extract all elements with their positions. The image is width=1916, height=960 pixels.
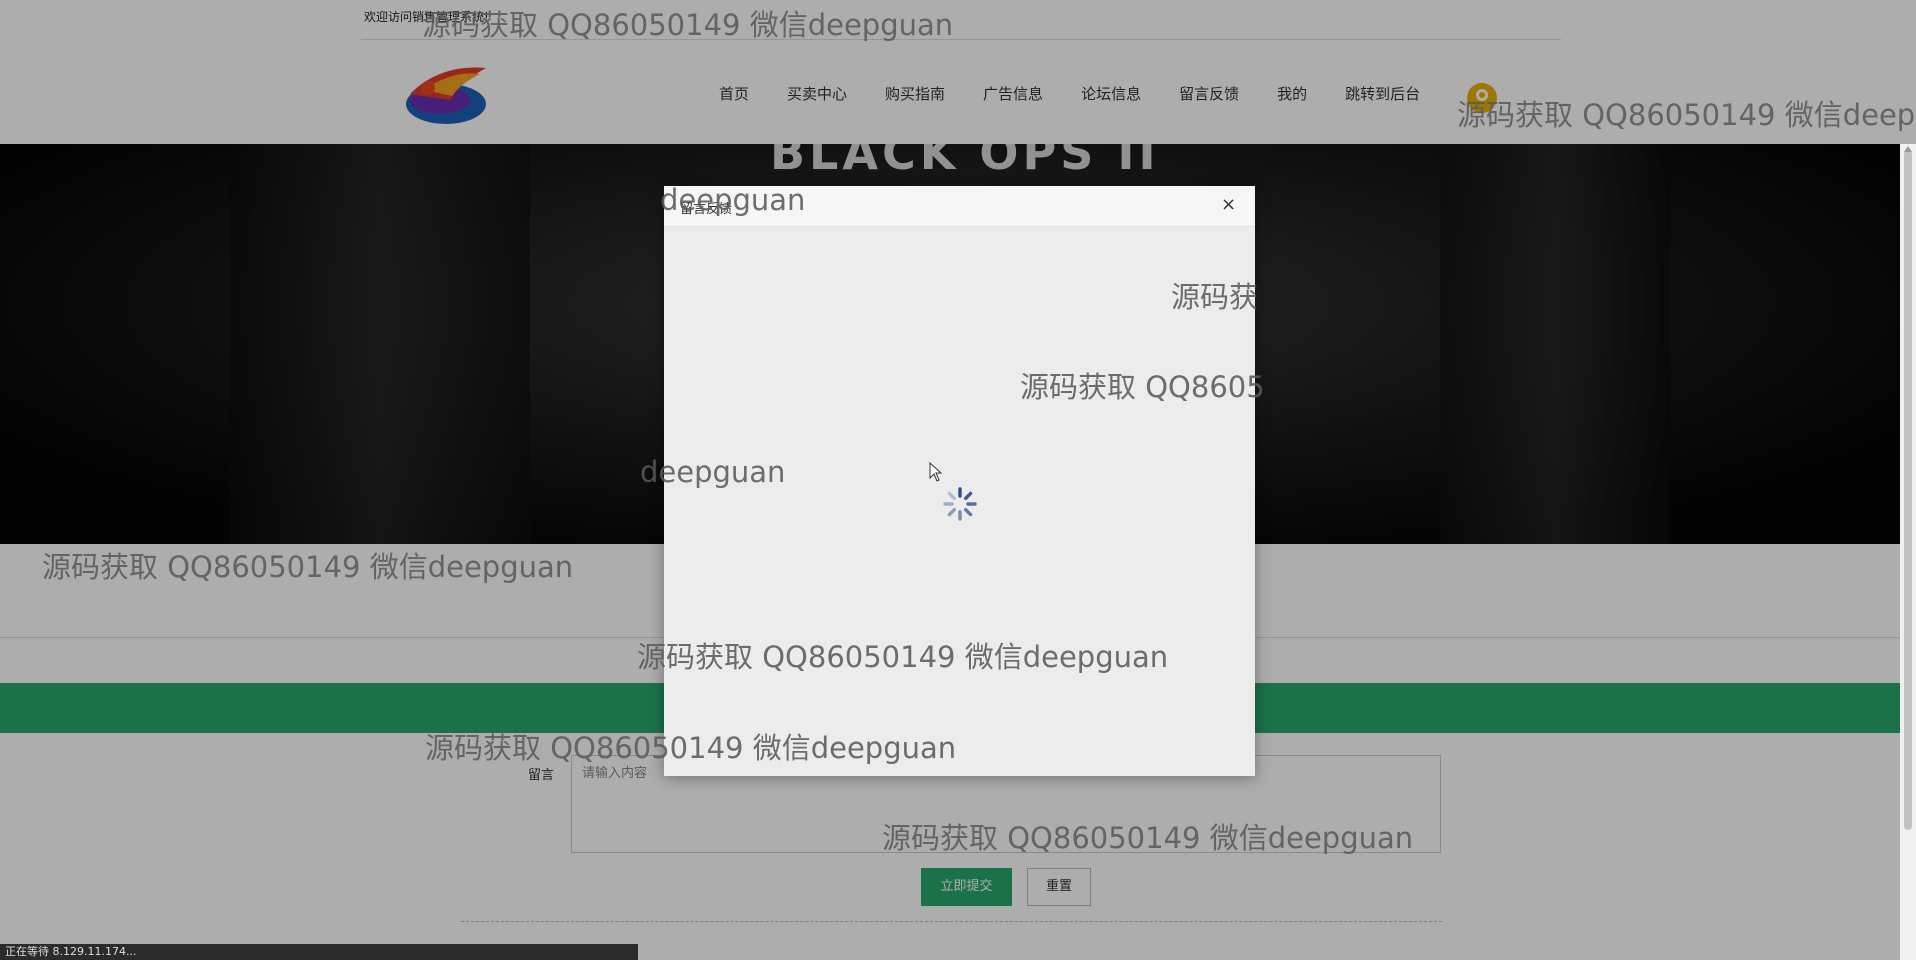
loading-spinner-icon: [943, 487, 977, 521]
scroll-up-arrow-icon[interactable]: [1904, 146, 1912, 152]
modal-header: 留言反馈 ×: [664, 186, 1255, 227]
feedback-modal: 留言反馈 ×: [664, 186, 1255, 776]
mouse-cursor-icon: [929, 462, 943, 482]
close-icon[interactable]: ×: [1221, 195, 1236, 215]
modal-title: 留言反馈: [680, 202, 733, 217]
vertical-scrollbar[interactable]: [1900, 144, 1916, 960]
scrollbar-thumb[interactable]: [1904, 150, 1912, 830]
browser-status-bar: 正在等待 8.129.11.174...: [0, 944, 638, 960]
